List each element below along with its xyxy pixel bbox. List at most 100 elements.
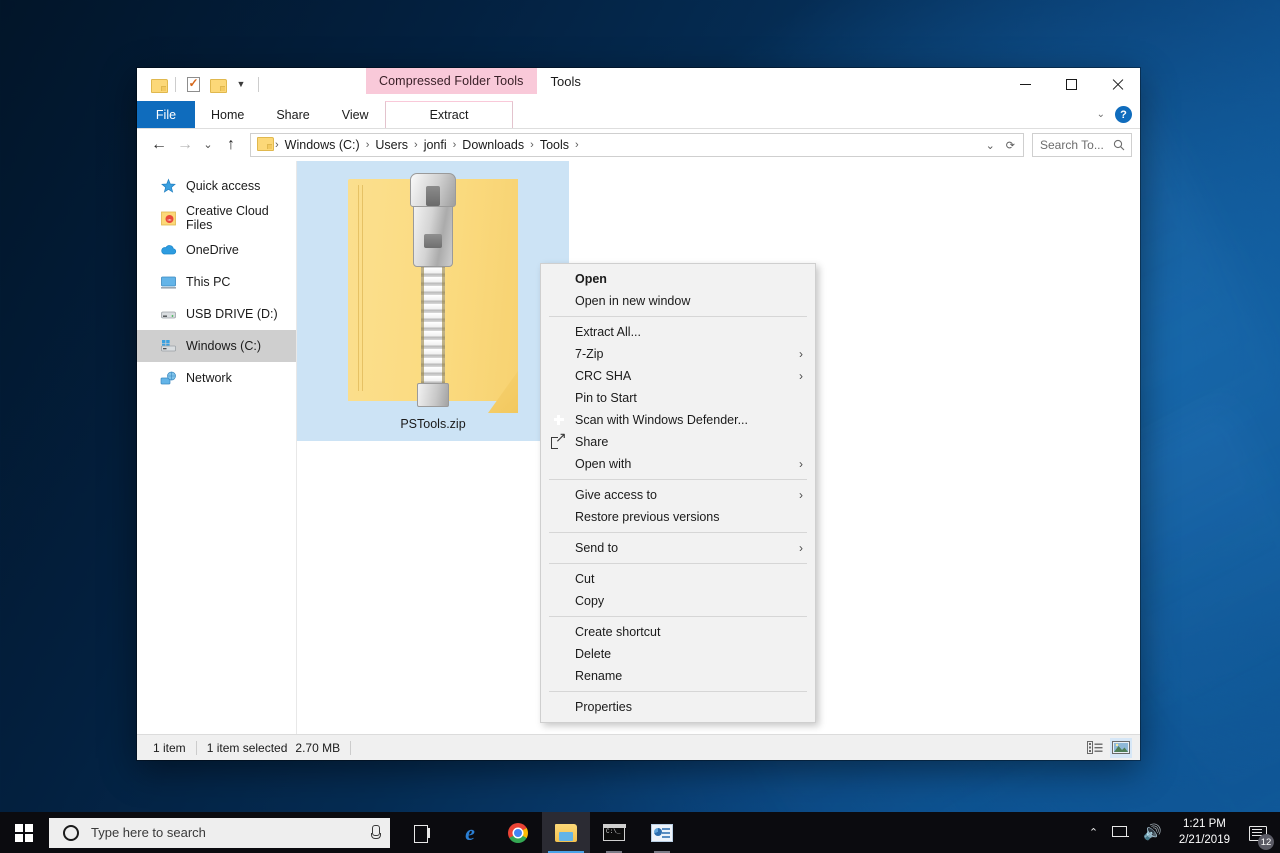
chevron-right-icon: › — [799, 457, 803, 471]
menu-item-7-zip[interactable]: 7-Zip › — [541, 343, 815, 365]
tab-view[interactable]: View — [326, 101, 385, 128]
chevron-up-icon: ⌃ — [1088, 827, 1099, 839]
details-view-button[interactable] — [1084, 738, 1106, 758]
network-icon — [160, 370, 177, 387]
menu-item-open[interactable]: Open — [541, 268, 815, 290]
tab-home[interactable]: Home — [195, 101, 260, 128]
customize-quick-access-caret[interactable]: ▼ — [229, 72, 253, 98]
recent-locations-button[interactable]: ⌄ — [199, 133, 217, 157]
breadcrumb[interactable]: › Windows (C:) › Users › jonfi › Downloa… — [250, 133, 1024, 157]
command-prompt-button[interactable] — [590, 812, 638, 853]
window-title: Tools — [550, 73, 581, 89]
microphone-icon[interactable] — [370, 825, 381, 840]
up-button[interactable]: ↑ — [219, 133, 243, 157]
clock-time: 1:21 PM — [1183, 817, 1226, 830]
search-input[interactable]: Type here to search — [49, 817, 390, 848]
list-item[interactable]: PSTools.zip — [297, 161, 569, 441]
menu-item-restore-previous-versions[interactable]: Restore previous versions — [541, 506, 815, 528]
defender-shield-icon — [551, 412, 567, 428]
back-button[interactable]: ← — [147, 133, 171, 157]
menu-item-label: Copy — [575, 594, 605, 608]
network-tray-button[interactable] — [1105, 812, 1136, 853]
sidebar-item-label: Creative Cloud Files — [186, 204, 269, 232]
menu-item-pin-to-start[interactable]: Pin to Start — [541, 387, 815, 409]
sidebar-item-quick-access[interactable]: Quick access — [137, 170, 296, 202]
menu-item-label: Give access to — [575, 488, 657, 502]
publisher-button[interactable] — [638, 812, 686, 853]
menu-item-delete[interactable]: Delete — [541, 643, 815, 665]
sidebar-item-network[interactable]: Network — [137, 362, 296, 394]
chevron-right-icon: › — [799, 541, 803, 555]
menu-item-open-in-new-window[interactable]: Open in new window — [541, 290, 815, 312]
menu-item-share[interactable]: Share — [541, 431, 815, 453]
task-view-button[interactable] — [398, 812, 446, 853]
clock-date: 2/21/2019 — [1178, 833, 1230, 846]
action-center-button[interactable]: 12 — [1240, 812, 1274, 853]
selection-label: 1 item selected — [206, 740, 288, 755]
menu-item-crc-sha[interactable]: CRC SHA › — [541, 365, 815, 387]
menu-item-rename[interactable]: Rename — [541, 665, 815, 687]
notification-badge: 12 — [1258, 834, 1274, 850]
breadcrumb-item-jonfi[interactable]: jonfi — [419, 138, 452, 152]
menu-item-give-access-to[interactable]: Give access to › — [541, 484, 815, 506]
menu-item-extract-all[interactable]: Extract All... — [541, 321, 815, 343]
forward-button[interactable]: → — [173, 133, 197, 157]
close-button[interactable] — [1094, 68, 1140, 101]
command-prompt-icon — [603, 823, 626, 841]
sidebar-item-label: Quick access — [186, 179, 261, 193]
edge-button[interactable]: e — [446, 812, 494, 853]
menu-separator — [549, 616, 807, 617]
large-icons-view-button[interactable] — [1110, 737, 1132, 758]
menu-item-label: Open — [575, 272, 607, 286]
volume-tray-button[interactable]: 🔊 — [1136, 812, 1169, 853]
ribbon-tab-strip: File Home Share View Extract ⌄ ? — [137, 101, 1140, 128]
menu-item-create-shortcut[interactable]: Create shortcut — [541, 621, 815, 643]
breadcrumb-separator: › — [575, 139, 579, 151]
tab-extract[interactable]: Extract — [384, 101, 514, 128]
chrome-button[interactable] — [494, 812, 542, 853]
sidebar-item-creative-cloud-files[interactable]: ∞ Creative Cloud Files — [137, 202, 296, 234]
folder-icon — [257, 136, 274, 154]
menu-item-properties[interactable]: Properties — [541, 696, 815, 718]
menu-item-label: Properties — [575, 700, 632, 714]
properties-icon[interactable] — [181, 72, 205, 98]
new-folder-icon[interactable] — [205, 72, 229, 98]
start-button[interactable] — [0, 812, 48, 853]
zip-folder-icon — [348, 167, 518, 413]
menu-item-copy[interactable]: Copy — [541, 590, 815, 612]
breadcrumb-item-windows-c[interactable]: Windows (C:) — [280, 138, 365, 152]
menu-separator — [549, 563, 807, 564]
creative-cloud-icon: ∞ — [160, 210, 177, 227]
menu-item-label: Send to — [575, 541, 619, 555]
tab-share[interactable]: Share — [260, 101, 325, 128]
folder-icon[interactable] — [146, 72, 170, 98]
chevron-down-icon[interactable]: ⌄ — [985, 139, 996, 152]
file-explorer-button[interactable] — [542, 812, 590, 853]
sidebar-item-this-pc[interactable]: This PC — [137, 266, 296, 298]
sidebar-item-windows-c[interactable]: Windows (C:) — [137, 330, 296, 362]
breadcrumb-item-users[interactable]: Users — [370, 138, 413, 152]
maximize-button[interactable] — [1048, 68, 1094, 101]
menu-item-cut[interactable]: Cut — [541, 568, 815, 590]
search-input[interactable]: Search To... — [1032, 133, 1132, 157]
sidebar-item-label: This PC — [186, 275, 231, 289]
sidebar-item-usb-drive[interactable]: USB DRIVE (D:) — [137, 298, 296, 330]
selection-size-label: 2.70 MB — [295, 740, 341, 755]
chevron-down-icon[interactable]: ⌄ — [1097, 109, 1105, 120]
breadcrumb-item-tools[interactable]: Tools — [535, 138, 574, 152]
menu-item-send-to[interactable]: Send to › — [541, 537, 815, 559]
tab-file[interactable]: File — [137, 101, 195, 128]
menu-item-scan-with-windows-defender[interactable]: Scan with Windows Defender... — [541, 409, 815, 431]
help-icon[interactable]: ? — [1115, 106, 1132, 123]
menu-separator — [549, 691, 807, 692]
search-circle-icon — [63, 824, 79, 841]
show-hidden-icons-button[interactable]: ⌃ — [1082, 812, 1105, 853]
publisher-icon — [651, 823, 673, 842]
sidebar-item-onedrive[interactable]: OneDrive — [137, 234, 296, 266]
clock[interactable]: 1:21 PM 2/21/2019 — [1169, 812, 1240, 853]
file-name-label: PSTools.zip — [400, 417, 466, 431]
minimize-button[interactable] — [1002, 68, 1048, 101]
breadcrumb-item-downloads[interactable]: Downloads — [457, 138, 529, 152]
menu-item-open-with[interactable]: Open with › — [541, 453, 815, 475]
refresh-icon[interactable]: ⟳ — [1005, 139, 1016, 152]
